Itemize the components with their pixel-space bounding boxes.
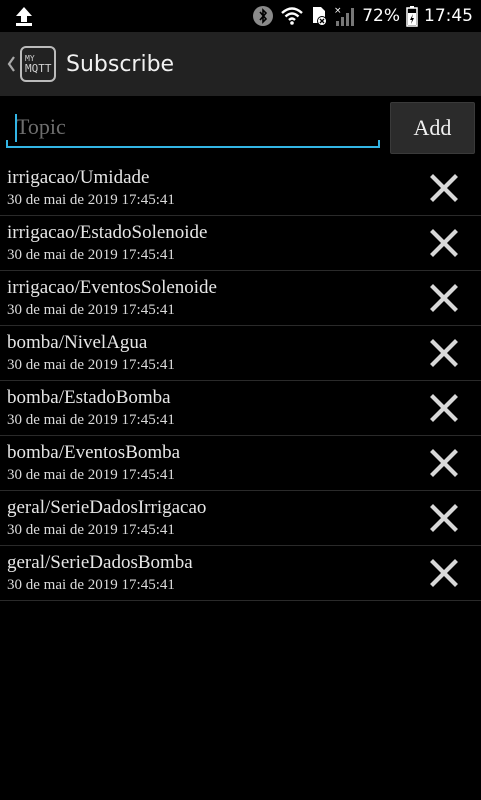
topic-date: 30 de mai de 2019 17:45:41: [7, 467, 175, 483]
remove-topic-icon[interactable]: [429, 393, 459, 423]
remove-topic-icon[interactable]: [429, 283, 459, 313]
app-logo[interactable]: MY MQTT: [20, 46, 56, 82]
list-item[interactable]: irrigacao/Umidade 30 de mai de 2019 17:45…: [0, 161, 481, 216]
battery-percent: 72%: [362, 6, 400, 26]
topic-date: 30 de mai de 2019 17:45:41: [7, 357, 175, 373]
list-item[interactable]: geral/SerieDadosIrrigacao 30 de mai de 20…: [0, 491, 481, 546]
sim-card-missing-icon: [313, 7, 328, 26]
topic-name: geral/SerieDadosBomba: [7, 552, 193, 573]
back-chevron-icon[interactable]: [4, 32, 18, 96]
topic-date: 30 de mai de 2019 17:45:41: [7, 412, 175, 428]
topic-date: 30 de mai de 2019 17:45:41: [7, 577, 175, 593]
topic-date: 30 de mai de 2019 17:45:41: [7, 522, 175, 538]
remove-topic-icon[interactable]: [429, 558, 459, 588]
page-title: Subscribe: [66, 51, 175, 77]
upload-notification-icon: [16, 7, 32, 26]
status-bar: × 72% 17:45: [0, 0, 481, 32]
list-item[interactable]: geral/SerieDadosBomba 30 de mai de 2019 1…: [0, 546, 481, 601]
topic-name: bomba/EventosBomba: [7, 442, 181, 463]
signal-icon: ×: [334, 6, 355, 26]
list-item[interactable]: irrigacao/EstadoSolenoide 30 de mai de 20…: [0, 216, 481, 271]
subscribed-topics-list: irrigacao/Umidade 30 de mai de 2019 17:45…: [0, 161, 481, 601]
remove-topic-icon[interactable]: [429, 503, 459, 533]
topic-entry-row: Add: [0, 96, 481, 162]
topic-name: irrigacao/Umidade: [7, 167, 150, 188]
status-icons: × 72% 17:45: [252, 0, 473, 32]
topic-name: irrigacao/EventosSolenoide: [7, 277, 217, 298]
clock: 17:45: [424, 6, 473, 26]
topic-name: irrigacao/EstadoSolenoide: [7, 222, 208, 243]
topic-name: bomba/EstadoBomba: [7, 387, 171, 408]
list-item[interactable]: bomba/EstadoBomba 30 de mai de 2019 17:45…: [0, 381, 481, 436]
topic-date: 30 de mai de 2019 17:45:41: [7, 247, 175, 263]
text-cursor: [15, 114, 17, 142]
action-bar: MY MQTT Subscribe: [0, 32, 481, 96]
svg-text:×: ×: [334, 6, 342, 16]
list-item[interactable]: irrigacao/EventosSolenoide 30 de mai de 2…: [0, 271, 481, 326]
add-button[interactable]: Add: [390, 102, 475, 154]
logo-line2: MQTT: [25, 61, 52, 75]
topic-name: bomba/NivelAgua: [7, 332, 148, 353]
wifi-icon: [281, 7, 304, 25]
battery-charging-icon: [406, 6, 418, 27]
remove-topic-icon[interactable]: [429, 448, 459, 478]
list-item[interactable]: bomba/EventosBomba 30 de mai de 2019 17:4…: [0, 436, 481, 491]
remove-topic-icon[interactable]: [429, 173, 459, 203]
remove-topic-icon[interactable]: [429, 228, 459, 258]
bluetooth-icon: [253, 6, 274, 26]
remove-topic-icon[interactable]: [429, 338, 459, 368]
topic-name: geral/SerieDadosIrrigacao: [7, 497, 207, 518]
topic-date: 30 de mai de 2019 17:45:41: [7, 302, 175, 318]
topic-input-underline: [6, 140, 380, 148]
list-item[interactable]: bomba/NivelAgua 30 de mai de 2019 17:45:4…: [0, 326, 481, 381]
topic-date: 30 de mai de 2019 17:45:41: [7, 192, 175, 208]
